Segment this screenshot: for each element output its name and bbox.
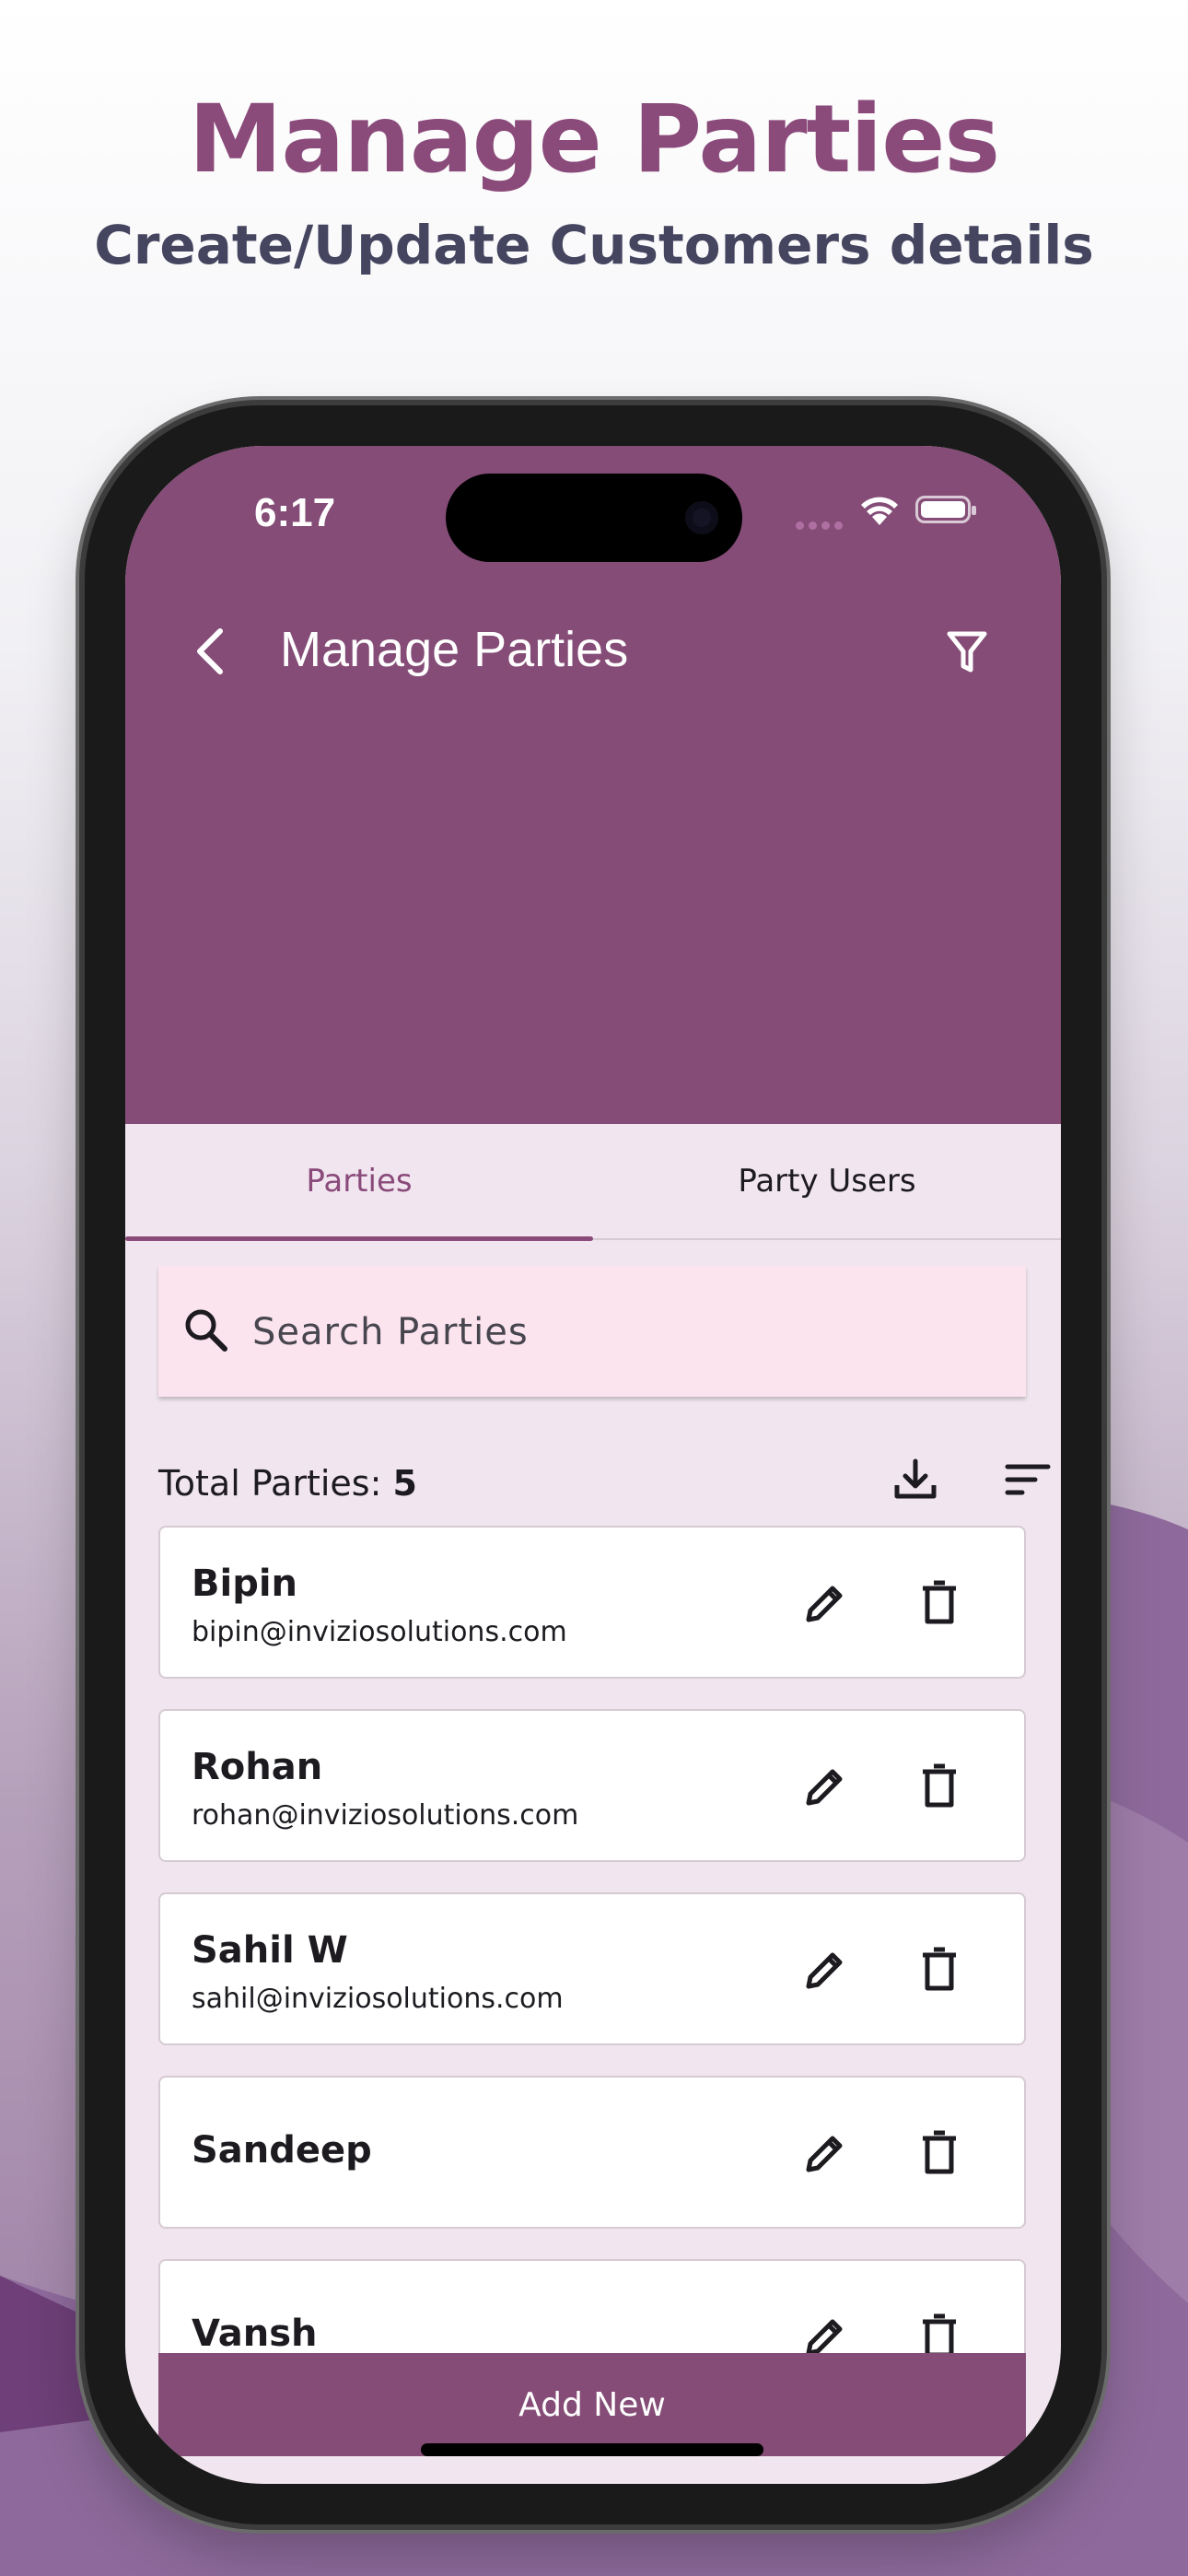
camera-icon [685, 501, 718, 534]
tab-parties[interactable]: Parties [125, 1124, 593, 1238]
cellular-signal-icon [796, 516, 847, 533]
edit-button[interactable] [796, 1574, 855, 1633]
edit-button[interactable] [796, 1940, 855, 1999]
party-card[interactable]: Sandeep [158, 2076, 1026, 2229]
edit-button[interactable] [796, 1757, 855, 1816]
battery-icon [915, 496, 976, 523]
add-new-button[interactable]: Add New [158, 2353, 1026, 2456]
delete-button[interactable] [910, 1574, 969, 1633]
party-name: Sandeep [192, 2129, 372, 2172]
phone-frame: 6:17 Manage Parties Parties Party Users … [85, 405, 1101, 2524]
search-input[interactable] [250, 1266, 1009, 1399]
party-card[interactable]: Bipin bipin@inviziosolutions.com [158, 1526, 1026, 1679]
phone-screen: 6:17 Manage Parties Parties Party Users … [125, 446, 1061, 2484]
tab-bar: Parties Party Users [125, 1124, 1061, 1241]
trash-icon [923, 1580, 956, 1624]
back-button[interactable] [179, 619, 243, 684]
page-title: Manage Parties [280, 622, 629, 677]
total-parties-label: Total Parties: [158, 1463, 382, 1504]
tab-party-users[interactable]: Party Users [593, 1124, 1061, 1238]
party-card[interactable]: Sahil W sahil@inviziosolutions.com [158, 1892, 1026, 2045]
party-name: Bipin [192, 1563, 298, 1605]
download-icon [894, 1458, 937, 1499]
filter-icon [947, 631, 987, 673]
chevron-left-icon [197, 628, 223, 674]
edit-icon [806, 1952, 843, 1989]
sort-icon [1005, 1464, 1051, 1495]
home-indicator [421, 2443, 763, 2456]
search-icon [185, 1309, 227, 1352]
promo-title: Manage Parties [188, 85, 1000, 194]
edit-icon [806, 1769, 843, 1806]
party-email: bipin@inviziosolutions.com [192, 1616, 567, 1648]
party-name: Sahil W [192, 1929, 348, 1972]
party-name: Vansh [192, 2313, 318, 2355]
sort-button[interactable] [993, 1445, 1061, 1515]
delete-button[interactable] [910, 2124, 969, 2183]
total-parties-count: 5 [392, 1463, 417, 1504]
party-card[interactable]: Rohan rohan@inviziosolutions.com [158, 1709, 1026, 1862]
edit-icon [806, 2136, 843, 2172]
dynamic-island [446, 474, 742, 562]
trash-icon [923, 2130, 956, 2174]
search-bar [158, 1266, 1026, 1399]
party-email: rohan@inviziosolutions.com [192, 1799, 579, 1832]
trash-icon [923, 1763, 956, 1808]
status-time: 6:17 [254, 490, 336, 535]
party-email: sahil@inviziosolutions.com [192, 1983, 564, 2015]
app-header: 6:17 Manage Parties [125, 446, 1061, 1124]
tab-indicator [125, 1236, 593, 1241]
wifi-icon [861, 497, 898, 525]
filter-button[interactable] [932, 617, 1002, 687]
delete-button[interactable] [910, 1757, 969, 1816]
trash-icon [923, 1947, 956, 1991]
delete-button[interactable] [910, 1940, 969, 1999]
edit-icon [806, 1586, 843, 1622]
party-name: Rohan [192, 1746, 323, 1788]
promo-subtitle: Create/Update Customers details [94, 214, 1094, 276]
total-parties: Total Parties: 5 [158, 1463, 417, 1504]
edit-button[interactable] [796, 2124, 855, 2183]
download-button[interactable] [880, 1445, 950, 1515]
